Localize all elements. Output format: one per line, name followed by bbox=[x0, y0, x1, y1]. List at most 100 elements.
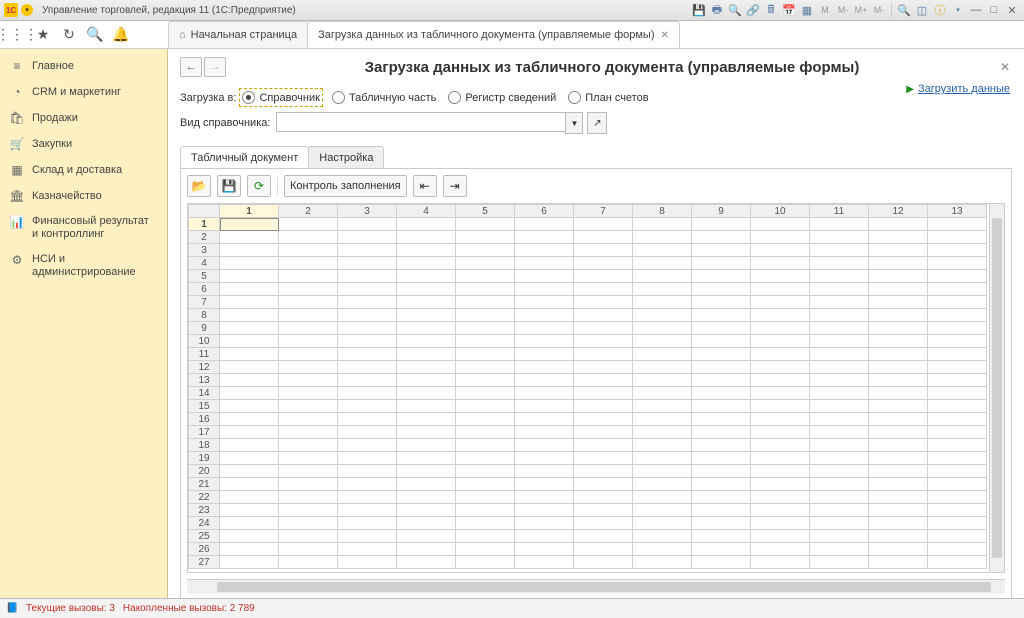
sidebar-item-label: Продажи bbox=[32, 112, 78, 125]
m-plus-icon[interactable]: M+ bbox=[853, 2, 869, 18]
sidebar-icon: ≡ bbox=[10, 59, 24, 73]
sidebar-icon: 🛒 bbox=[10, 137, 24, 151]
radio-dot-icon bbox=[242, 91, 255, 104]
app-logo-icon: 1C bbox=[4, 3, 18, 17]
load-into-label: Загрузка в: bbox=[180, 92, 236, 104]
sidebar-item-label: Казначейство bbox=[32, 190, 102, 203]
radio-1[interactable]: Табличную часть bbox=[332, 91, 436, 104]
info-icon[interactable]: ⓘ bbox=[932, 2, 948, 18]
grid-icon[interactable]: ▦ bbox=[799, 2, 815, 18]
close-page-icon[interactable]: ✕ bbox=[998, 60, 1012, 74]
radio-3[interactable]: План счетов bbox=[568, 91, 648, 104]
col-right-icon: ⇥ bbox=[450, 179, 460, 193]
apps-icon[interactable]: ⋮⋮⋮ bbox=[8, 26, 26, 44]
horizontal-scrollbar[interactable] bbox=[187, 579, 1005, 594]
sidebar-item-label: Закупки bbox=[32, 138, 72, 151]
save-icon[interactable]: 💾 bbox=[691, 2, 707, 18]
status-accum: Накопленные вызовы: 2 789 bbox=[123, 603, 255, 614]
play-icon: ▶ bbox=[906, 84, 914, 95]
refresh-icon: ⟳ bbox=[254, 179, 264, 193]
close-window-icon[interactable]: ✕ bbox=[1004, 2, 1020, 18]
load-data-link-label: Загрузить данные bbox=[918, 83, 1010, 95]
m-end-icon[interactable]: M- bbox=[871, 2, 887, 18]
sidebar-item-0[interactable]: ≡ Главное bbox=[0, 53, 167, 79]
sidebar-item-1[interactable]: ◔CRM и маркетинг bbox=[0, 79, 167, 105]
col-left-icon: ⇤ bbox=[420, 179, 430, 193]
col-right-button[interactable]: ⇥ bbox=[443, 175, 467, 197]
search-icon[interactable]: 🔍 bbox=[86, 26, 104, 44]
spr-type-input[interactable] bbox=[276, 112, 565, 132]
content-tab-0[interactable]: Табличный документ bbox=[180, 146, 309, 169]
sheet-toolbar: 📂 💾 ⟳ Контроль заполнения ⇤ ⇥ bbox=[181, 169, 1011, 203]
app-menu-drop-icon[interactable]: ▾ bbox=[21, 4, 33, 16]
m-label-icon[interactable]: M bbox=[817, 2, 833, 18]
open-file-icon: 📂 bbox=[192, 179, 207, 193]
tab-home-label: Начальная страница bbox=[191, 29, 297, 41]
sidebar-item-6[interactable]: 📊Финансовый результат и контроллинг bbox=[0, 209, 167, 247]
radio-2[interactable]: Регистр сведений bbox=[448, 91, 556, 104]
favorite-icon[interactable]: ★ bbox=[34, 26, 52, 44]
tab-active-label: Загрузка данных из табличного документа … bbox=[318, 29, 654, 41]
fill-check-button[interactable]: Контроль заполнения bbox=[284, 175, 407, 197]
nav-forward-button[interactable]: → bbox=[204, 57, 226, 77]
sidebar-item-label: Финансовый результат и контроллинг bbox=[32, 215, 157, 241]
window-title: Управление торговлей, редакция 11 (1С:Пр… bbox=[42, 5, 296, 16]
sidebar-item-4[interactable]: ▦ Склад и доставка bbox=[0, 157, 167, 183]
sidebar-item-label: НСИ и администрирование bbox=[32, 253, 157, 279]
zoom-icon[interactable]: 🔍 bbox=[896, 2, 912, 18]
calendar-icon[interactable]: 📅 bbox=[781, 2, 797, 18]
sidebar: ≡ Главное ◔CRM и маркетинг🛍Продажи 🛒 Закупки… bbox=[0, 49, 168, 601]
radio-0[interactable]: Справочник bbox=[242, 91, 320, 104]
radio-label: Регистр сведений bbox=[465, 92, 556, 104]
radio-dot-icon bbox=[448, 91, 461, 104]
sidebar-item-label: CRM и маркетинг bbox=[32, 86, 121, 99]
title-bar: 1C ▾ Управление торговлей, редакция 11 (… bbox=[0, 0, 1024, 21]
sidebar-item-7[interactable]: ⚙ НСИ и администрирование bbox=[0, 247, 167, 285]
minimize-icon[interactable]: — bbox=[968, 2, 984, 18]
sidebar-icon: 🏛 bbox=[10, 189, 24, 203]
m-minus-icon[interactable]: M- bbox=[835, 2, 851, 18]
sidebar-item-2[interactable]: 🛍Продажи bbox=[0, 105, 167, 131]
radio-label: Справочник bbox=[259, 92, 320, 104]
radio-label: План счетов bbox=[585, 92, 648, 104]
sidebar-icon: ⚙ bbox=[10, 253, 24, 267]
load-data-link[interactable]: ▶ Загрузить данные bbox=[906, 83, 1010, 95]
main-tab-bar: ⋮⋮⋮ ★ ↻ 🔍 🔔 ⌂ Начальная страница Загрузк… bbox=[0, 21, 1024, 49]
content-tab-1[interactable]: Настройка bbox=[308, 146, 384, 169]
nav-back-button[interactable]: ← bbox=[180, 57, 202, 77]
radio-dot-icon bbox=[568, 91, 581, 104]
print-icon[interactable]: 🖶 bbox=[709, 2, 725, 18]
calc-icon[interactable]: 🖩 bbox=[763, 2, 779, 18]
status-bar: 📘 Текущие вызовы: 3 Накопленные вызовы: … bbox=[0, 598, 1024, 618]
preview-icon[interactable]: 🔍 bbox=[727, 2, 743, 18]
spr-type-open-icon[interactable]: ↗ bbox=[587, 112, 607, 134]
link-icon[interactable]: 🔗 bbox=[745, 2, 761, 18]
maximize-icon[interactable]: □ bbox=[986, 2, 1002, 18]
spr-type-drop-icon[interactable]: ▼ bbox=[565, 112, 583, 134]
sidebar-item-label: Склад и доставка bbox=[32, 164, 122, 177]
history-icon[interactable]: ↻ bbox=[60, 26, 78, 44]
sidebar-item-5[interactable]: 🏛 Казначейство bbox=[0, 183, 167, 209]
refresh-button[interactable]: ⟳ bbox=[247, 175, 271, 197]
tab-active[interactable]: Загрузка данных из табличного документа … bbox=[307, 21, 680, 48]
load-target-radio-group: Справочник Табличную часть Регистр сведени… bbox=[242, 91, 648, 104]
info-drop-icon[interactable]: ▾ bbox=[950, 2, 966, 18]
bell-icon[interactable]: 🔔 bbox=[112, 26, 130, 44]
save-file-icon: 💾 bbox=[222, 179, 237, 193]
content-tabs: Табличный документНастройка bbox=[180, 146, 1012, 169]
sidebar-item-3[interactable]: 🛒 Закупки bbox=[0, 131, 167, 157]
spreadsheet[interactable]: 1234567891011121312345678910111213141516… bbox=[188, 204, 989, 572]
sidebar-icon: ▦ bbox=[10, 163, 24, 177]
page-title: Загрузка данных из табличного документа … bbox=[226, 59, 998, 76]
sidebar-item-label: Главное bbox=[32, 60, 74, 73]
open-file-button[interactable]: 📂 bbox=[187, 175, 211, 197]
save-file-button[interactable]: 💾 bbox=[217, 175, 241, 197]
tab-home[interactable]: ⌂ Начальная страница bbox=[168, 21, 308, 48]
radio-label: Табличную часть bbox=[349, 92, 436, 104]
vertical-scrollbar[interactable] bbox=[989, 204, 1004, 572]
col-left-button[interactable]: ⇤ bbox=[413, 175, 437, 197]
status-current: Текущие вызовы: 3 bbox=[26, 603, 115, 614]
tab-close-icon[interactable]: ✕ bbox=[661, 30, 669, 41]
spr-type-label: Вид справочника: bbox=[180, 117, 270, 129]
panels-icon[interactable]: ◫ bbox=[914, 2, 930, 18]
